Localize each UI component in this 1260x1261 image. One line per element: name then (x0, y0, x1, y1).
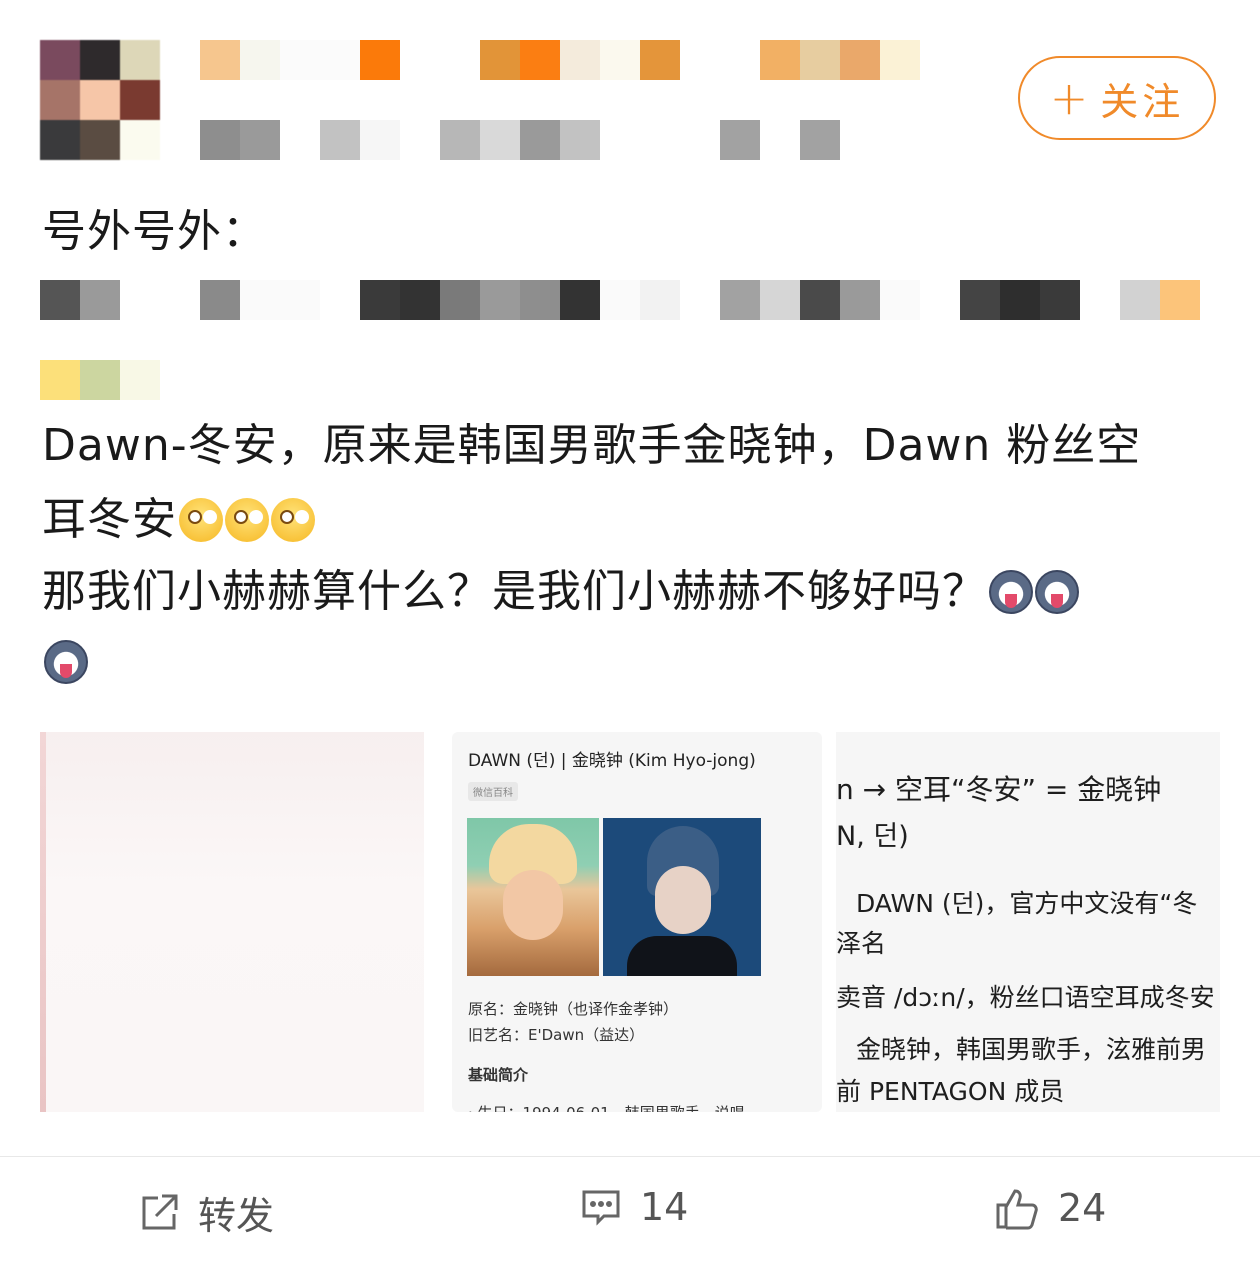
comment-icon (582, 1190, 620, 1226)
avatar[interactable] (40, 40, 160, 160)
smile-emoji-icon (179, 498, 223, 542)
card3-line: 金晓钟，韩国男歌手，泫雅前男 (856, 1035, 1207, 1064)
card3-line: n → 空耳“冬安” = 金晓钟 (836, 773, 1162, 806)
card3-line: 前 PENTAGON 成员 (836, 1077, 1065, 1106)
husky-dog-emoji-icon (989, 570, 1033, 614)
card-cut-line: · 生日：1994-06-01，韩国男歌手，说唱 (468, 1102, 745, 1112)
card3-line: 泽名 (836, 929, 887, 958)
husky-dog-emoji-icon (1035, 570, 1079, 614)
card-orig-name: 原名：金晓钟（也译作金孝钟） (468, 1000, 679, 1018)
post-text-span: 那我们小赫赫算什么？是我们小赫赫不够好吗？ (42, 566, 987, 617)
username-blurred[interactable] (200, 40, 920, 80)
emoji-row (42, 640, 88, 684)
comment-count: 14 (640, 1185, 689, 1229)
card3-line: DAWN (던)，官方中文没有“冬 (856, 889, 1198, 918)
follow-button[interactable]: + 关注 (1018, 56, 1216, 140)
thumbs-up-icon (996, 1189, 1038, 1230)
plus-icon: + (1049, 71, 1093, 125)
smile-emoji-icon (225, 498, 269, 542)
post-text-line: 耳冬安 (42, 484, 315, 556)
smile-emoji-icon (271, 498, 315, 542)
card-tag: 微信百科 (468, 782, 518, 801)
portrait-photo-blonde (467, 818, 599, 976)
post-image-3[interactable]: n → 空耳“冬安” = 金晓钟 N, 던) DAWN (던)，官方中文没有“冬… (836, 732, 1220, 1112)
post-meta-blurred (200, 120, 840, 160)
card3-line: N, 던) (836, 821, 909, 852)
share-icon (142, 1194, 178, 1229)
post-text-line: Dawn-冬安，原来是韩国男歌手金晓钟，Dawn 粉丝空 (42, 420, 1142, 471)
post-text-blurred (40, 280, 1200, 320)
post-text-line: 那我们小赫赫算什么？是我们小赫赫不够好吗？ (42, 556, 1079, 628)
action-bar: 转发 14 24 (0, 1156, 1260, 1261)
husky-dog-emoji-icon (44, 640, 88, 684)
post-text-line: 号外号外： (42, 206, 267, 257)
card3-line: 卖音 /dɔːn/，粉丝口语空耳成冬安 (836, 983, 1215, 1012)
post-image-2[interactable]: DAWN (던) | 金晓钟 (Kim Hyo-jong) 微信百科 原名：金晓… (452, 732, 822, 1112)
like-count: 24 (1058, 1186, 1107, 1230)
image-edge (40, 732, 46, 1112)
like-button[interactable]: 24 (994, 1185, 1106, 1231)
portrait-photo-suit (603, 818, 761, 976)
card-section: 基础简介 (468, 1066, 529, 1084)
card-title: DAWN (던) | 金晓钟 (Kim Hyo-jong) (468, 751, 756, 771)
repost-label: 转发 (198, 1194, 275, 1238)
repost-button[interactable]: 转发 (138, 1185, 274, 1240)
post-image-1[interactable] (40, 732, 424, 1112)
comment-button[interactable]: 14 (580, 1185, 688, 1229)
post-text-blurred (40, 360, 160, 400)
follow-label: 关注 (1100, 79, 1185, 124)
post-text-span: 耳冬安 (42, 494, 177, 545)
card-old-name: 旧艺名：E'Dawn（益达） (468, 1026, 645, 1044)
